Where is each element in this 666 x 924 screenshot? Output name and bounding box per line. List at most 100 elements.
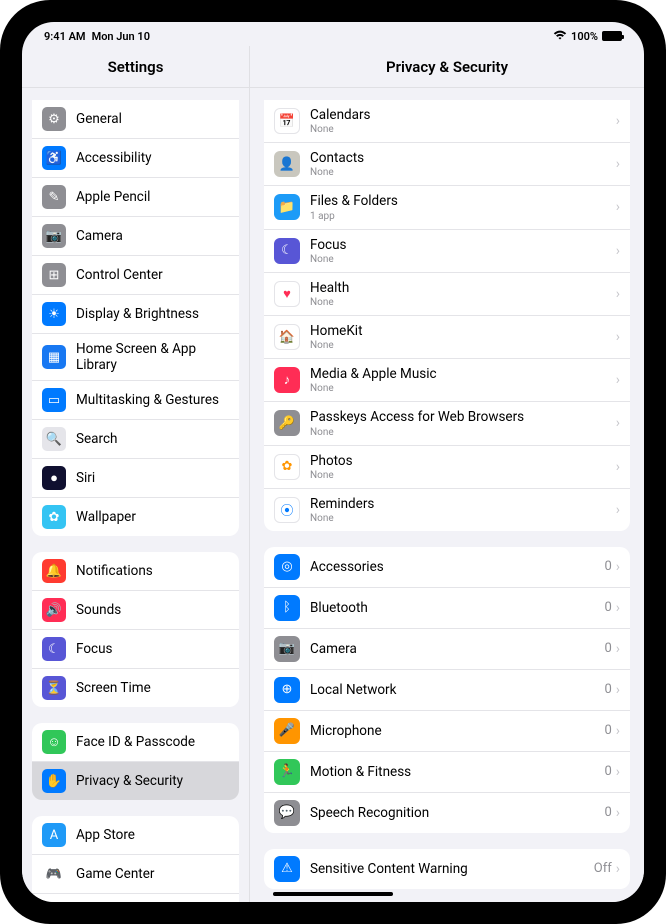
detail-item-label: Contacts [310, 150, 616, 166]
detail-item-label: Files & Folders [310, 193, 616, 209]
sidebar-group: ⚙General♿Accessibility✎Apple Pencil📷Came… [32, 100, 239, 536]
detail-item-value: 0 [604, 600, 611, 615]
sounds-icon: 🔊 [42, 598, 66, 622]
chevron-right-icon: › [616, 286, 620, 302]
sidebar-item-sounds[interactable]: 🔊Sounds [32, 591, 239, 630]
sidebar-item-label: Display & Brightness [76, 306, 229, 322]
calendars-icon: 📅 [274, 108, 300, 134]
sidebar-item-label: Siri [76, 470, 229, 486]
sidebar-item-control-center[interactable]: ⊞Control Center [32, 256, 239, 295]
chevron-right-icon: › [616, 682, 620, 698]
detail-item-homekit[interactable]: 🏠HomeKitNone› [264, 316, 630, 359]
battery-text: 100% [571, 30, 598, 43]
detail-item-accessories[interactable]: ◎Accessories0› [264, 547, 630, 588]
camera-icon: 📷 [274, 636, 300, 662]
detail-item-sub: None [310, 124, 616, 135]
sidebar-item-game-center[interactable]: 🎮Game Center [32, 855, 239, 894]
chevron-right-icon: › [616, 372, 620, 388]
detail-pane[interactable]: 📅CalendarsNone›👤ContactsNone›📁Files & Fo… [250, 88, 644, 902]
camera-icon: 📷 [42, 224, 66, 248]
sidebar-item-face-id-passcode[interactable]: ☺Face ID & Passcode [32, 723, 239, 762]
detail-item-calendars[interactable]: 📅CalendarsNone› [264, 100, 630, 143]
detail-item-label: Media & Apple Music [310, 366, 616, 382]
detail-item-microphone[interactable]: 🎤Microphone0› [264, 711, 630, 752]
photos-icon: ✿ [274, 454, 300, 480]
sidebar-item-app-store[interactable]: A App Store [32, 816, 239, 855]
home-screen-app-library-icon: ▦ [42, 345, 66, 369]
detail-item-speech-recognition[interactable]: 💬Speech Recognition0› [264, 793, 630, 833]
sidebar-item-label: General [76, 111, 229, 127]
detail-item-value: Off [594, 861, 612, 876]
sidebar-item-camera[interactable]: 📷Camera [32, 217, 239, 256]
sidebar-item-display-brightness[interactable]: ☀Display & Brightness [32, 295, 239, 334]
detail-item-label: Microphone [310, 723, 604, 739]
chevron-right-icon: › [616, 329, 620, 345]
sidebar-item-wallpaper[interactable]: ✿Wallpaper [32, 498, 239, 536]
passkeys-access-for-web-browsers-icon: 🔑 [274, 410, 300, 436]
sidebar[interactable]: ⚙General♿Accessibility✎Apple Pencil📷Came… [22, 88, 250, 902]
sidebar-item-siri[interactable]: ● Siri [32, 459, 239, 498]
status-bar: 9:41 AM Mon Jun 10 100% [22, 22, 644, 46]
wifi-icon [553, 30, 567, 43]
chevron-right-icon: › [616, 156, 620, 172]
detail-item-label: Motion & Fitness [310, 764, 604, 780]
sidebar-item-label: Multitasking & Gestures [76, 392, 229, 408]
siri-icon: ● [42, 466, 66, 490]
detail-item-sensitive-content-warning[interactable]: ⚠Sensitive Content WarningOff› [264, 849, 630, 889]
chevron-right-icon: › [616, 199, 620, 215]
detail-item-camera[interactable]: 📷Camera0› [264, 629, 630, 670]
sidebar-item-search[interactable]: 🔍Search [32, 420, 239, 459]
app-store-icon: A [42, 823, 66, 847]
status-date: Mon Jun 10 [92, 30, 150, 43]
sidebar-item-apple-pencil[interactable]: ✎Apple Pencil [32, 178, 239, 217]
detail-item-focus[interactable]: ☾FocusNone› [264, 230, 630, 273]
detail-item-contacts[interactable]: 👤ContactsNone› [264, 143, 630, 186]
detail-item-local-network[interactable]: ⊕Local Network0› [264, 670, 630, 711]
content-area: ⚙General♿Accessibility✎Apple Pencil📷Came… [22, 88, 644, 902]
media-apple-music-icon: ♪ [274, 367, 300, 393]
detail-item-value: 0 [604, 764, 611, 779]
files-folders-icon: 📁 [274, 194, 300, 220]
control-center-icon: ⊞ [42, 263, 66, 287]
home-indicator[interactable] [273, 892, 393, 896]
detail-item-label: HomeKit [310, 323, 616, 339]
screen: 9:41 AM Mon Jun 10 100% Settings Privacy… [22, 22, 644, 902]
health-icon: ♥ [274, 281, 300, 307]
chevron-right-icon: › [616, 502, 620, 518]
detail-item-bluetooth[interactable]: ᛒBluetooth0› [264, 588, 630, 629]
contacts-icon: 👤 [274, 151, 300, 177]
detail-item-sub: None [310, 470, 616, 481]
chevron-right-icon: › [616, 723, 620, 739]
detail-item-health[interactable]: ♥HealthNone› [264, 273, 630, 316]
detail-item-motion-fitness[interactable]: 🏃Motion & Fitness0› [264, 752, 630, 793]
detail-item-passkeys-access-for-web-browsers[interactable]: 🔑Passkeys Access for Web BrowsersNone› [264, 402, 630, 445]
sidebar-item-label: Accessibility [76, 150, 229, 166]
detail-item-files-folders[interactable]: 📁Files & Folders1 app› [264, 186, 630, 229]
detail-item-label: Focus [310, 237, 616, 253]
sidebar-item-screen-time[interactable]: ⏳Screen Time [32, 669, 239, 707]
sidebar-item-focus[interactable]: ☾Focus [32, 630, 239, 669]
sidebar-item-label: Focus [76, 641, 229, 657]
sidebar-item-accessibility[interactable]: ♿Accessibility [32, 139, 239, 178]
sidebar-item-label: Game Center [76, 866, 229, 882]
notifications-icon: 🔔 [42, 559, 66, 583]
detail-item-label: Bluetooth [310, 600, 604, 616]
sidebar-item-label: Screen Time [76, 680, 229, 696]
detail-item-media-apple-music[interactable]: ♪Media & Apple MusicNone› [264, 359, 630, 402]
chevron-right-icon: › [616, 861, 620, 877]
chevron-right-icon: › [616, 805, 620, 821]
sidebar-item-home-screen-app-library[interactable]: ▦Home Screen & App Library [32, 334, 239, 381]
sidebar-item-notifications[interactable]: 🔔Notifications [32, 552, 239, 591]
local-network-icon: ⊕ [274, 677, 300, 703]
chevron-right-icon: › [616, 600, 620, 616]
sidebar-item-multitasking-gestures[interactable]: ▭Multitasking & Gestures [32, 381, 239, 420]
sidebar-item-label: App Store [76, 827, 229, 843]
sidebar-item-general[interactable]: ⚙General [32, 100, 239, 139]
face-id-passcode-icon: ☺ [42, 730, 66, 754]
detail-item-reminders[interactable]: ⦿RemindersNone› [264, 489, 630, 531]
detail-item-sub: None [310, 513, 616, 524]
sidebar-item-privacy-security[interactable]: ✋Privacy & Security [32, 762, 239, 800]
detail-item-photos[interactable]: ✿PhotosNone› [264, 446, 630, 489]
sidebar-item-icloud[interactable]: ☁iCloud [32, 894, 239, 902]
detail-group: ⚠Sensitive Content WarningOff› [264, 849, 630, 889]
